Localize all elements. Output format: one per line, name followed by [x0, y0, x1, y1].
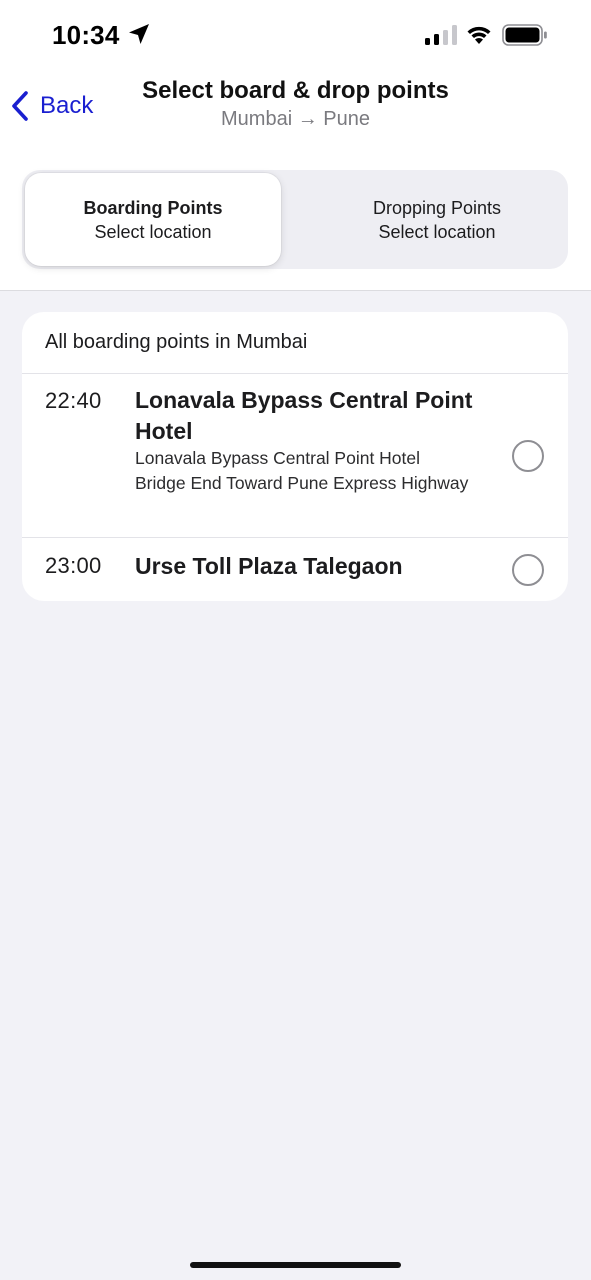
boarding-point-row[interactable]: 23:00 Urse Toll Plaza Talegaon — [22, 538, 568, 601]
points-segmented-control: Boarding Points Select location Dropping… — [22, 170, 568, 269]
boarding-points-card: All boarding points in Mumbai 22:40 Lona… — [22, 312, 568, 601]
home-indicator[interactable] — [190, 1262, 401, 1268]
location-arrow-icon — [129, 24, 149, 44]
boarding-list-header: All boarding points in Mumbai — [45, 331, 308, 353]
header-area: 10:34 Back Select board & drop points Mu… — [0, 0, 591, 291]
tab-dropping-subtitle: Select location — [378, 221, 496, 242]
radio-unselected-icon[interactable] — [512, 554, 544, 586]
tab-boarding-points[interactable]: Boarding Points Select location — [25, 173, 281, 266]
boarding-point-address: Lonavala Bypass Central Point Hotel Brid… — [135, 448, 469, 493]
tab-boarding-subtitle: Select location — [94, 221, 212, 242]
tab-dropping-title: Dropping Points — [372, 197, 502, 218]
boarding-point-name: Lonavala Bypass Central Point Hotel — [135, 387, 473, 444]
signal-icon — [425, 25, 457, 45]
page-title: Select board & drop points — [142, 77, 449, 104]
boarding-time: 23:00 — [45, 553, 102, 578]
wifi-icon — [467, 26, 491, 44]
tab-dropping-points[interactable]: Dropping Points Select location — [309, 173, 565, 266]
radio-unselected-icon[interactable] — [512, 440, 544, 472]
battery-icon — [502, 24, 547, 46]
boarding-point-name: Urse Toll Plaza Talegaon — [135, 553, 403, 579]
status-time: 10:34 — [52, 20, 120, 50]
boarding-time: 22:40 — [45, 388, 102, 413]
boarding-point-row[interactable]: 22:40 Lonavala Bypass Central Point Hote… — [22, 374, 568, 537]
tab-boarding-title: Boarding Points — [83, 197, 223, 218]
route-subtitle: Mumbai → Pune — [221, 108, 370, 130]
